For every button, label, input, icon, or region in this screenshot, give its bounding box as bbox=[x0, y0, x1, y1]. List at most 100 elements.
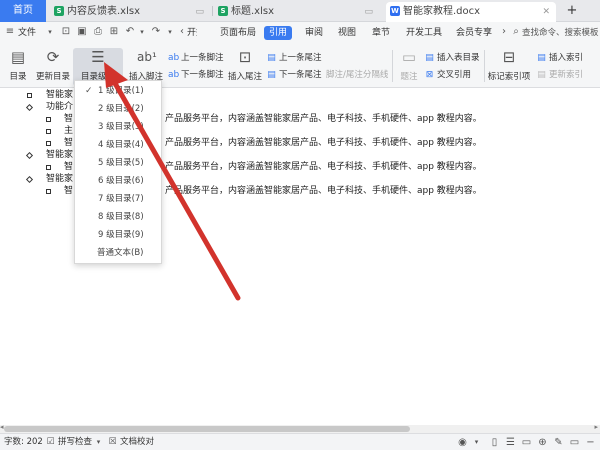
chevron-down-icon[interactable]: ▾ bbox=[164, 26, 176, 38]
scroll-right-icon[interactable]: ▸ bbox=[594, 423, 598, 431]
update-toc-button[interactable]: ⟳ 更新目录 bbox=[34, 48, 72, 86]
outline-line[interactable]: 主 bbox=[64, 125, 73, 137]
ribbon-separator bbox=[484, 50, 485, 82]
outline-view-icon[interactable]: ☰ bbox=[504, 436, 517, 449]
toc-level-option-7[interactable]: 7 级目录(7) bbox=[75, 191, 161, 208]
file-tab-title[interactable]: S 标题.xlsx ▭ bbox=[214, 2, 379, 22]
insert-index-button[interactable]: ▤ 插入索引 bbox=[536, 52, 583, 65]
toc-level-option-5[interactable]: 5 级目录(5) bbox=[75, 155, 161, 172]
redo-icon[interactable]: ↷ bbox=[150, 26, 162, 38]
insert-table-of-figures-button[interactable]: ▤ 插入表目录 bbox=[424, 52, 479, 65]
save-icon[interactable]: ▣ bbox=[76, 26, 88, 38]
next-footnote-button[interactable]: ab 下一条脚注 bbox=[168, 69, 224, 82]
menu-sections[interactable]: 章节 bbox=[372, 26, 390, 40]
toc-button[interactable]: ▤ 目录 bbox=[4, 48, 32, 86]
print-preview-icon[interactable]: ⊞ bbox=[108, 26, 120, 38]
menu-member[interactable]: 会员专享 bbox=[456, 26, 492, 40]
toc-level-option-2[interactable]: 2 级目录(2) bbox=[75, 101, 161, 118]
outline-line[interactable]: 智 bbox=[64, 161, 73, 173]
open-folder-icon[interactable]: ⊡ bbox=[60, 26, 72, 38]
toc-level-option-9[interactable]: 9 级目录(9) bbox=[75, 227, 161, 244]
menu-developer[interactable]: 开发工具 bbox=[406, 26, 442, 40]
menu-file[interactable]: 文件 bbox=[18, 26, 36, 40]
paragraph-text[interactable]: 产品服务平台，内容涵盖智能家居产品、电子科技、手机硬件、app 教程内容。 bbox=[165, 185, 482, 197]
toc-level-option-6[interactable]: 6 级目录(6) bbox=[75, 173, 161, 190]
menu-references[interactable]: 引用 bbox=[264, 26, 293, 40]
screen-icon[interactable]: ▭ bbox=[195, 3, 204, 21]
add-tab-button[interactable]: + bbox=[562, 2, 582, 20]
file-tab-label: 标题.xlsx bbox=[231, 6, 275, 17]
outline-line[interactable]: 智 bbox=[64, 185, 73, 197]
chevron-right-icon[interactable]: › bbox=[498, 26, 510, 38]
word-count[interactable]: 字数: 202 bbox=[4, 436, 43, 449]
toc-level-option-4[interactable]: 4 级目录(4) bbox=[75, 137, 161, 154]
search-commands-input[interactable]: 查找命令、搜索模板 bbox=[522, 26, 600, 40]
prev-footnote-button[interactable]: ab 上一条脚注 bbox=[168, 52, 224, 65]
proofread-toggle[interactable]: 文档校对 bbox=[120, 436, 154, 449]
outline-line[interactable]: 智 bbox=[64, 137, 73, 149]
toc-level-option-1[interactable]: ✓ 1 级目录(1) bbox=[75, 83, 161, 100]
undo-icon[interactable]: ↶ bbox=[124, 26, 136, 38]
spell-check-toggle[interactable]: 拼写检查 bbox=[58, 436, 92, 449]
scroll-left-icon[interactable]: ◂ bbox=[0, 423, 4, 431]
toc-level-option-8[interactable]: 8 级目录(8) bbox=[75, 209, 161, 226]
home-tab[interactable]: 首页 bbox=[0, 0, 46, 22]
chevron-down-icon[interactable]: ▾ bbox=[470, 436, 483, 449]
insert-endnote-button[interactable]: ⊡ 插入尾注 bbox=[226, 48, 264, 86]
menu-view[interactable]: 视图 bbox=[338, 26, 356, 40]
prev-endnote-label: 上一条尾注 bbox=[279, 53, 322, 63]
paragraph-text[interactable]: 产品服务平台，内容涵盖智能家居产品、电子科技、手机硬件、app 教程内容。 bbox=[165, 113, 482, 125]
outline-line[interactable]: 智能家 bbox=[46, 149, 73, 161]
chevron-down-icon[interactable]: ▾ bbox=[92, 436, 105, 449]
outline-line[interactable]: 智能家 bbox=[46, 173, 73, 185]
chevron-down-icon[interactable]: ▾ bbox=[44, 26, 56, 38]
outline-line[interactable]: 智能家 bbox=[46, 89, 73, 101]
file-tab-tutorial[interactable]: W 智能家教程.docx ✕ bbox=[386, 2, 556, 22]
toc-level-option-3[interactable]: 3 级目录(3) bbox=[75, 119, 161, 136]
close-box-icon[interactable]: ☒ bbox=[106, 436, 119, 449]
reading-view-icon[interactable]: ▭ bbox=[520, 436, 533, 449]
file-tab-feedback[interactable]: S 内容反馈表.xlsx ▭ bbox=[50, 2, 210, 22]
paragraph-text[interactable]: 产品服务平台，内容涵盖智能家居产品、电子科技、手机硬件、app 教程内容。 bbox=[165, 161, 482, 173]
footnote-separator-button[interactable]: 脚注/尾注分隔线 bbox=[326, 69, 388, 82]
cross-reference-icon: ⊠ bbox=[425, 70, 434, 80]
hamburger-icon[interactable]: ≡ bbox=[4, 26, 16, 38]
chevron-down-icon[interactable]: ▾ bbox=[136, 26, 148, 38]
search-icon[interactable]: ⌕ bbox=[510, 26, 522, 38]
eye-icon[interactable]: ◉ bbox=[456, 436, 469, 449]
insert-endnote-label: 插入尾注 bbox=[227, 72, 262, 82]
web-view-icon[interactable]: ⊕ bbox=[536, 436, 549, 449]
endnote-icon: ⊡ bbox=[238, 48, 252, 66]
scrollbar-thumb[interactable] bbox=[4, 426, 410, 432]
option-label: 4 级目录(4) bbox=[98, 140, 144, 150]
menu-start[interactable]: 开始 bbox=[187, 26, 197, 40]
zoom-out-icon[interactable]: − bbox=[584, 436, 597, 449]
menu-review[interactable]: 审阅 bbox=[305, 26, 323, 40]
prev-endnote-button[interactable]: ▤ 上一条尾注 bbox=[266, 52, 322, 65]
page-view-icon[interactable]: ▯ bbox=[488, 436, 501, 449]
footnote-icon: ab¹ bbox=[137, 50, 157, 64]
print-icon[interactable]: ⎙ bbox=[92, 26, 104, 38]
update-index-button[interactable]: ▤ 更新索引 bbox=[536, 69, 583, 82]
checkbox-icon[interactable]: ☑ bbox=[44, 436, 57, 449]
menu-page-layout[interactable]: 页面布局 bbox=[220, 26, 256, 40]
next-endnote-button[interactable]: ▤ 下一条尾注 bbox=[266, 69, 321, 82]
close-icon[interactable]: ✕ bbox=[542, 3, 550, 21]
screen-icon[interactable]: ▭ bbox=[364, 3, 373, 21]
display-icon[interactable]: ▭ bbox=[568, 436, 581, 449]
paragraph-text[interactable]: 产品服务平台，内容涵盖智能家居产品、电子科技、手机硬件、app 教程内容。 bbox=[165, 137, 482, 149]
pen-icon[interactable]: ✎ bbox=[552, 436, 565, 449]
mark-index-label: 标记索引项 bbox=[487, 72, 531, 82]
outline-line[interactable]: 功能介 bbox=[46, 101, 73, 113]
cross-reference-button[interactable]: ⊠ 交叉引用 bbox=[424, 69, 471, 82]
caption-button[interactable]: ▭ 题注 bbox=[396, 48, 422, 86]
horizontal-scrollbar[interactable]: ◂ ▸ bbox=[0, 423, 600, 433]
cross-reference-label: 交叉引用 bbox=[437, 70, 472, 80]
outline-bullet bbox=[27, 93, 32, 98]
insert-index-label: 插入索引 bbox=[549, 53, 584, 63]
outline-line[interactable]: 智 bbox=[64, 113, 73, 125]
option-label: 普通文本(B) bbox=[97, 248, 144, 258]
option-label: 3 级目录(3) bbox=[98, 122, 144, 132]
toc-level-option-body-text[interactable]: 普通文本(B) bbox=[75, 245, 161, 262]
mark-index-button[interactable]: ⊟ 标记索引项 bbox=[487, 48, 531, 86]
